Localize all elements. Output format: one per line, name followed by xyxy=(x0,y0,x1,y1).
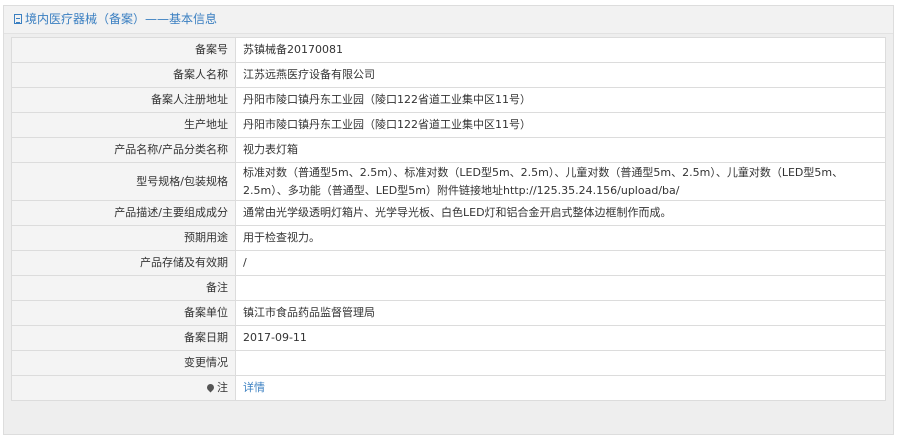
row-value-change-status xyxy=(235,350,886,376)
table-row: 生产地址 丹阳市陵口镇丹东工业园（陵口122省道工业集中区11号） xyxy=(11,112,886,138)
table-row: 产品描述/主要组成成分 通常由光学级透明灯箱片、光学导光板、白色LED灯和铝合金… xyxy=(11,200,886,226)
document-icon xyxy=(14,14,22,24)
row-label-remarks: 备注 xyxy=(11,275,236,301)
panel-title: 境内医疗器械（备案）——基本信息 xyxy=(25,12,218,26)
table-row: 备案人名称 江苏远燕医疗设备有限公司 xyxy=(11,62,886,88)
row-label-product-name: 产品名称/产品分类名称 xyxy=(11,137,236,163)
row-value-filer-name: 江苏远燕医疗设备有限公司 xyxy=(235,62,886,88)
map-pin-icon xyxy=(205,382,216,393)
table-row: 备案日期 2017-09-11 xyxy=(11,325,886,351)
row-value-model-spec: 标准对数（普通型5m、2.5m）、标准对数（LED型5m、2.5m）、儿童对数（… xyxy=(235,162,886,201)
row-value-production-address: 丹阳市陵口镇丹东工业园（陵口122省道工业集中区11号） xyxy=(235,112,886,138)
row-label-registered-address: 备案人注册地址 xyxy=(11,87,236,113)
row-label-production-address: 生产地址 xyxy=(11,112,236,138)
panel-header: 境内医疗器械（备案）——基本信息 xyxy=(4,6,893,34)
table-row: 产品存储及有效期 / xyxy=(11,250,886,276)
row-label-filing-date: 备案日期 xyxy=(11,325,236,351)
table-row: 预期用途 用于检查视力。 xyxy=(11,225,886,251)
table-row: 备案人注册地址 丹阳市陵口镇丹东工业园（陵口122省道工业集中区11号） xyxy=(11,87,886,113)
table-row: 备案单位 镇江市食品药品监督管理局 xyxy=(11,300,886,326)
row-label-note: 注 xyxy=(11,375,236,401)
row-value-product-description: 通常由光学级透明灯箱片、光学导光板、白色LED灯和铝合金开启式整体边框制作而成。 xyxy=(235,200,886,226)
info-table: 备案号 苏镇械备20170081 备案人名称 江苏远燕医疗设备有限公司 备案人注… xyxy=(11,37,886,401)
row-label-storage-validity: 产品存储及有效期 xyxy=(11,250,236,276)
table-row: 备注 xyxy=(11,275,886,301)
row-value-note: 详情 xyxy=(235,375,886,401)
row-label-filer-name: 备案人名称 xyxy=(11,62,236,88)
row-value-record-number: 苏镇械备20170081 xyxy=(235,37,886,63)
table-row: 备案号 苏镇械备20170081 xyxy=(11,37,886,63)
table-row: 型号规格/包装规格 标准对数（普通型5m、2.5m）、标准对数（LED型5m、2… xyxy=(11,162,886,201)
row-value-remarks xyxy=(235,275,886,301)
table-row: 产品名称/产品分类名称 视力表灯箱 xyxy=(11,137,886,163)
row-label-intended-use: 预期用途 xyxy=(11,225,236,251)
row-label-model-spec: 型号规格/包装规格 xyxy=(11,162,236,201)
row-value-product-name: 视力表灯箱 xyxy=(235,137,886,163)
row-value-intended-use: 用于检查视力。 xyxy=(235,225,886,251)
row-label-product-description: 产品描述/主要组成成分 xyxy=(11,200,236,226)
row-value-filing-unit: 镇江市食品药品监督管理局 xyxy=(235,300,886,326)
row-value-storage-validity: / xyxy=(235,250,886,276)
row-label-record-number: 备案号 xyxy=(11,37,236,63)
row-label-filing-unit: 备案单位 xyxy=(11,300,236,326)
details-link[interactable]: 详情 xyxy=(243,381,265,394)
row-value-filing-date: 2017-09-11 xyxy=(235,325,886,351)
row-label-change-status: 变更情况 xyxy=(11,350,236,376)
note-label-text: 注 xyxy=(217,381,228,394)
row-value-registered-address: 丹阳市陵口镇丹东工业园（陵口122省道工业集中区11号） xyxy=(235,87,886,113)
table-row: 变更情况 xyxy=(11,350,886,376)
table-row: 注 详情 xyxy=(11,375,886,401)
